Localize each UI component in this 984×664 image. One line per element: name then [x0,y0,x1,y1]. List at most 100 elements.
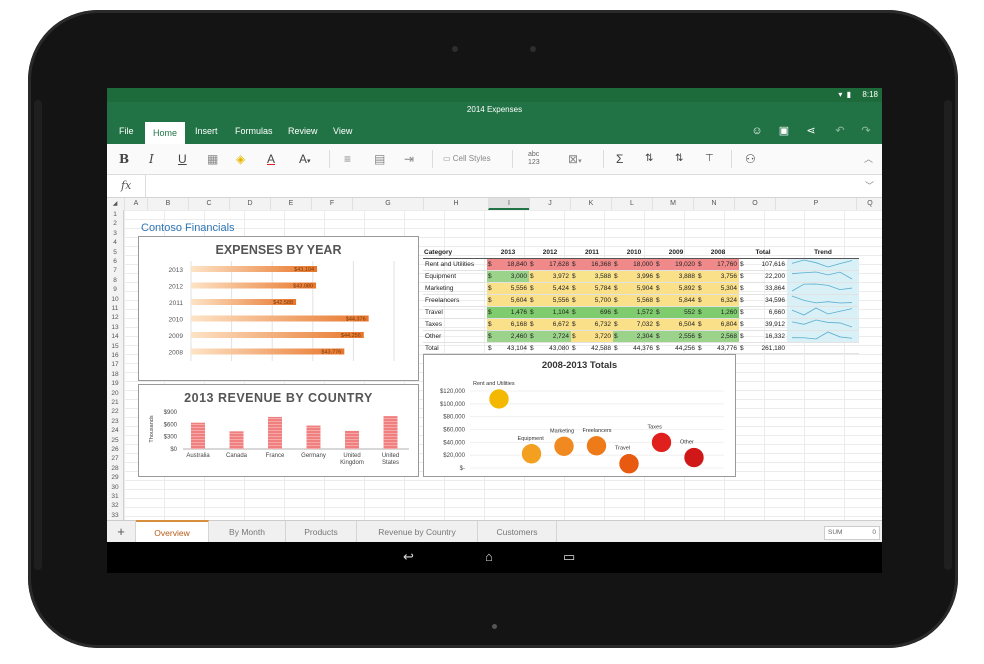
sort-ascending-icon[interactable]: ⇅ [645,151,653,167]
row-header[interactable]: 12 [107,313,123,322]
value-cell[interactable]: 2,460 [495,330,529,343]
category-cell[interactable]: Total [423,342,487,354]
value-cell[interactable]: 5,700 [579,294,613,307]
row-header[interactable]: 16 [107,351,123,360]
column-header[interactable]: E [270,198,311,210]
value-cell[interactable]: 5,304 [705,282,739,295]
value-cell[interactable]: 552 [663,306,697,319]
value-cell[interactable]: 1,476 [495,306,529,319]
value-cell[interactable]: 5,904 [621,282,655,295]
row-header[interactable]: 23 [107,417,123,426]
trend-sparkline-cell[interactable] [787,318,859,331]
category-cell[interactable]: Equipment [423,270,487,283]
expand-formula-icon[interactable]: ﹀ [865,179,874,192]
tab-insert[interactable]: Insert [187,118,226,144]
value-cell[interactable]: 3,888 [663,270,697,283]
row-header[interactable]: 27 [107,454,123,463]
tab-view[interactable]: View [325,118,360,144]
value-cell[interactable]: 3,756 [705,270,739,283]
row-header[interactable]: 1 [107,210,123,219]
collapse-ribbon-icon[interactable]: ︿ [864,151,873,167]
row-header[interactable]: 30 [107,483,123,492]
row-header[interactable]: 17 [107,360,123,369]
row-header[interactable]: 21 [107,398,123,407]
row-header[interactable]: 20 [107,389,123,398]
sort-descending-icon[interactable]: ⇅ [675,151,683,167]
trend-sparkline-cell[interactable] [787,330,859,343]
table-row[interactable]: Freelancers $5,604 $5,556 $5,700 $5,568 $5,84… [423,294,859,307]
value-cell[interactable]: 1,104 [537,306,571,319]
value-cell[interactable]: 2,304 [621,330,655,343]
value-cell[interactable]: 44,376 [621,342,655,354]
table-total-row[interactable]: Total $43,104 $43,080 $42,588 $44,376 $44,256… [423,342,859,354]
home-icon[interactable]: ⌂ [485,549,493,564]
trend-sparkline-cell[interactable] [787,342,859,354]
column-header[interactable]: M [652,198,693,210]
value-cell[interactable]: 18,000 [621,258,655,271]
save-icon[interactable]: ▣ [777,124,791,138]
column-header[interactable]: 2011 [571,246,613,259]
row-header[interactable]: 19 [107,379,123,388]
insert-delete-cells-icon[interactable]: ⊠▾ [568,151,582,167]
row-header[interactable]: 13 [107,323,123,332]
tab-review[interactable]: Review [280,118,326,144]
table-row[interactable]: Equipment $3,000 $3,972 $3,588 $3,996 $3,888 $… [423,270,859,283]
row-header[interactable]: 3 [107,229,123,238]
value-cell[interactable]: 3,996 [621,270,655,283]
value-cell[interactable]: 17,628 [537,258,571,271]
merge-cells-icon[interactable]: ▤ [374,151,385,167]
value-cell[interactable]: 696 [579,306,613,319]
trend-sparkline-cell[interactable] [787,258,859,271]
column-header[interactable]: 2008 [697,246,739,259]
value-cell[interactable]: 5,784 [579,282,613,295]
value-cell[interactable]: 6,672 [537,318,571,331]
back-icon[interactable]: ↩ [403,549,414,565]
value-cell[interactable]: 6,732 [579,318,613,331]
total-cell[interactable]: 34,596 [747,294,787,307]
total-cell[interactable]: 22,200 [747,270,787,283]
number-format-icon[interactable]: abc 123 [528,151,540,167]
recent-apps-icon[interactable]: ▭ [563,549,575,565]
select-all-corner-icon[interactable]: ◢ [107,198,123,210]
column-header[interactable]: 2009 [655,246,697,259]
redo-icon[interactable]: ↷ [859,124,873,138]
table-row[interactable]: Taxes $6,168 $6,672 $6,732 $7,032 $6,504 $6,80… [423,318,859,331]
sheet-tab-customers[interactable]: Customers [478,521,557,543]
column-header[interactable]: A [124,198,147,210]
fill-color-icon[interactable]: ◈ [236,151,245,167]
column-header[interactable]: N [693,198,734,210]
column-header[interactable]: B [147,198,188,210]
expenses-table[interactable]: Category 2013 2012 2011 2010 2009 2008 T… [423,246,859,354]
table-row[interactable]: Marketing $5,556 $5,424 $5,784 $5,904 $5,892 $… [423,282,859,295]
value-cell[interactable]: 44,256 [663,342,697,354]
filter-icon[interactable]: ⊤ [705,151,714,167]
column-header[interactable]: 2013 [487,246,529,259]
category-cell[interactable]: Other [423,330,487,343]
cell-styles-button[interactable]: ▭ Cell Styles [443,151,491,167]
value-cell[interactable]: 43,080 [537,342,571,354]
font-color-icon[interactable]: A [267,151,275,167]
value-cell[interactable]: 19,020 [663,258,697,271]
column-header[interactable]: Q [856,198,882,210]
table-row[interactable]: Rent and Utilities $18,840 $17,628 $16,368 $… [423,258,859,271]
value-cell[interactable]: 6,804 [705,318,739,331]
underline-icon[interactable]: U [178,151,187,167]
row-header[interactable]: 5 [107,248,123,257]
value-cell[interactable]: 42,588 [579,342,613,354]
total-cell[interactable]: 33,864 [747,282,787,295]
sheet-tab-overview[interactable]: Overview [136,520,209,544]
row-header[interactable]: 7 [107,266,123,275]
total-cell[interactable]: 39,912 [747,318,787,331]
row-header[interactable]: 4 [107,238,123,247]
row-header[interactable]: 25 [107,436,123,445]
tab-file[interactable]: File [111,118,142,144]
value-cell[interactable]: 16,368 [579,258,613,271]
column-header[interactable]: Total [739,246,787,259]
value-cell[interactable]: 5,556 [495,282,529,295]
value-cell[interactable]: 43,776 [705,342,739,354]
value-cell[interactable]: 3,720 [579,330,613,343]
value-cell[interactable]: 5,424 [537,282,571,295]
value-cell[interactable]: 43,104 [495,342,529,354]
row-header[interactable]: 11 [107,304,123,313]
row-header[interactable]: 28 [107,464,123,473]
